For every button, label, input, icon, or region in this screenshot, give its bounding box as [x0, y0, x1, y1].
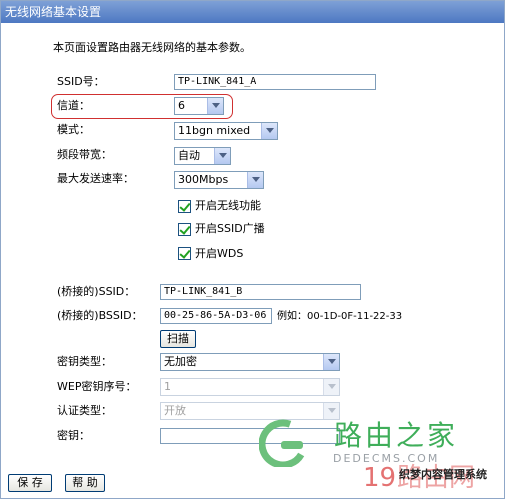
bandwidth-select[interactable]: 自动	[174, 147, 231, 165]
ssid-label: SSID号：	[57, 75, 105, 88]
bridge-ssid-label: (桥接的)SSID：	[57, 285, 136, 298]
help-button[interactable]: 帮 助	[65, 474, 105, 492]
bridge-bssid-label: (桥接的)BSSID：	[57, 309, 143, 322]
channel-select[interactable]: 6	[174, 97, 224, 115]
watermark-logo-icon	[259, 419, 308, 467]
channel-label: 信道：	[57, 99, 90, 112]
chevron-down-icon	[214, 148, 230, 164]
wireless-enable-label: 开启无线功能	[195, 199, 261, 212]
watermark-brand: 路由之家	[334, 419, 459, 452]
wds-enable-checkbox[interactable]	[178, 247, 191, 260]
ssid-broadcast-label: 开启SSID广播	[195, 222, 265, 235]
wep-index-value: 1	[164, 380, 171, 393]
chevron-down-icon	[247, 172, 263, 188]
wds-enable-label: 开启WDS	[195, 247, 244, 260]
wep-index-select[interactable]: 1	[160, 378, 340, 396]
auth-type-select[interactable]: 开放	[160, 402, 340, 420]
channel-value: 6	[178, 99, 185, 112]
bridge-bssid-input[interactable]: 00-25-86-5A-D3-06	[160, 308, 272, 324]
key-input[interactable]	[160, 428, 340, 444]
key-type-select[interactable]: 无加密	[160, 353, 340, 371]
watermark-number: 19	[363, 463, 397, 493]
auth-type-label: 认证类型：	[57, 404, 112, 417]
mode-value: 11bgn mixed	[178, 124, 251, 137]
wireless-enable-checkbox[interactable]	[178, 200, 191, 213]
save-button[interactable]: 保 存	[8, 474, 52, 492]
key-type-value: 无加密	[164, 355, 197, 368]
key-label: 密钥：	[57, 429, 90, 442]
wep-index-label: WEP密钥序号：	[57, 380, 137, 393]
max-rate-value: 300Mbps	[178, 173, 229, 186]
intro-text: 本页面设置路由器无线网络的基本参数。	[53, 41, 251, 54]
bandwidth-value: 自动	[178, 149, 200, 162]
bssid-example: 例如：00-1D-0F-11-22-33	[277, 311, 403, 322]
chevron-down-icon	[323, 379, 339, 395]
chevron-down-icon	[207, 98, 223, 114]
page-title: 无线网络基本设置	[1, 1, 504, 23]
chevron-down-icon	[261, 123, 277, 139]
watermark-cms: 织梦内容管理系统	[399, 468, 487, 481]
scan-button[interactable]: 扫描	[160, 330, 196, 348]
bridge-ssid-input[interactable]: TP-LINK_841_B	[160, 284, 361, 300]
bandwidth-label: 频段带宽：	[57, 148, 112, 161]
ssid-broadcast-checkbox[interactable]	[178, 223, 191, 236]
mode-label: 模式：	[57, 123, 90, 136]
max-rate-select[interactable]: 300Mbps	[174, 171, 264, 189]
ssid-input[interactable]: TP-LINK_841_A	[174, 74, 376, 90]
chevron-down-icon	[323, 354, 339, 370]
chevron-down-icon	[323, 403, 339, 419]
auth-type-value: 开放	[164, 404, 186, 417]
settings-panel: 无线网络基本设置 本页面设置路由器无线网络的基本参数。 SSID号： TP-LI…	[0, 0, 505, 499]
mode-select[interactable]: 11bgn mixed	[174, 122, 278, 140]
max-rate-label: 最大发送速率：	[57, 172, 134, 185]
key-type-label: 密钥类型：	[57, 355, 112, 368]
